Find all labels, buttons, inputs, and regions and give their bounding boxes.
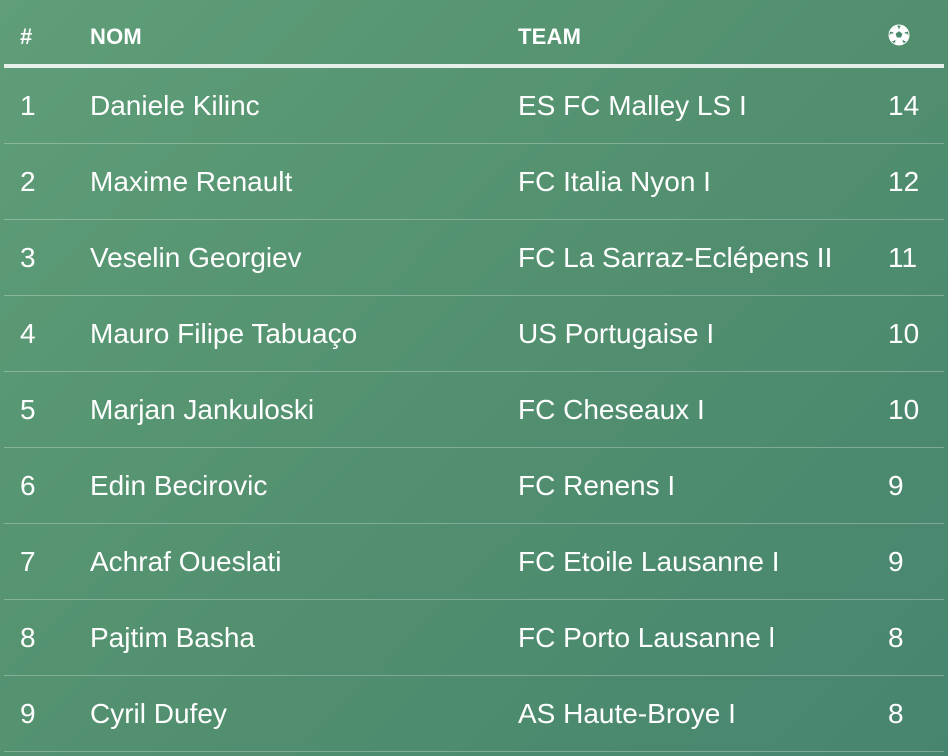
team-name[interactable]: ES FC Malley LS I [518, 90, 747, 122]
row-rank: 7 [20, 546, 36, 577]
row-rank: 9 [20, 698, 36, 729]
row-rank: 8 [20, 622, 36, 653]
player-name[interactable]: Pajtim Basha [90, 622, 255, 654]
team-name[interactable]: US Portugaise I [518, 318, 714, 350]
player-name[interactable]: Daniele Kilinc [90, 90, 260, 122]
goals-count: 8 [888, 622, 904, 653]
team-name[interactable]: FC Etoile Lausanne I [518, 546, 780, 578]
table-row[interactable]: 7 Achraf Oueslati FC Etoile Lausanne I 9 [4, 524, 944, 600]
row-rank: 2 [20, 166, 36, 197]
table-row[interactable]: 2 Maxime Renault FC Italia Nyon I 12 [4, 144, 944, 220]
goals-count: 8 [888, 698, 904, 729]
goals-count: 11 [888, 242, 918, 273]
row-rank: 5 [20, 394, 36, 425]
header-name[interactable]: NOM [90, 24, 142, 50]
scorers-table: # NOM TEAM 1 Daniele Kilinc ES FC Malley… [4, 0, 944, 752]
table-row[interactable]: 4 Mauro Filipe Tabuaço US Portugaise I 1… [4, 296, 944, 372]
player-name[interactable]: Edin Becirovic [90, 470, 267, 502]
team-name[interactable]: AS Haute-Broye I [518, 698, 736, 730]
goals-count: 12 [888, 166, 920, 197]
row-rank: 6 [20, 470, 36, 501]
row-rank: 1 [20, 90, 36, 121]
player-name[interactable]: Maxime Renault [90, 166, 292, 198]
table-row[interactable]: 8 Pajtim Basha FC Porto Lausanne l 8 [4, 600, 944, 676]
team-name[interactable]: FC La Sarraz-Eclépens II [518, 242, 832, 274]
table-body: 1 Daniele Kilinc ES FC Malley LS I 14 2 … [4, 68, 944, 752]
player-name[interactable]: Cyril Dufey [90, 698, 227, 730]
soccer-ball-icon[interactable] [888, 24, 912, 48]
team-name[interactable]: FC Porto Lausanne l [518, 622, 775, 654]
table-header: # NOM TEAM [4, 0, 944, 68]
goals-count: 9 [888, 546, 904, 577]
row-rank: 4 [20, 318, 36, 349]
header-team[interactable]: TEAM [518, 24, 581, 50]
player-name[interactable]: Achraf Oueslati [90, 546, 281, 578]
table-row[interactable]: 3 Veselin Georgiev FC La Sarraz-Eclépens… [4, 220, 944, 296]
player-name[interactable]: Veselin Georgiev [90, 242, 302, 274]
table-row[interactable]: 6 Edin Becirovic FC Renens I 9 [4, 448, 944, 524]
team-name[interactable]: FC Cheseaux I [518, 394, 705, 426]
row-rank: 3 [20, 242, 36, 273]
team-name[interactable]: FC Italia Nyon I [518, 166, 711, 198]
table-row[interactable]: 1 Daniele Kilinc ES FC Malley LS I 14 [4, 68, 944, 144]
table-row[interactable]: 5 Marjan Jankuloski FC Cheseaux I 10 [4, 372, 944, 448]
goals-count: 9 [888, 470, 904, 501]
goals-count: 14 [888, 90, 920, 121]
player-name[interactable]: Mauro Filipe Tabuaço [90, 318, 357, 350]
player-name[interactable]: Marjan Jankuloski [90, 394, 314, 426]
header-rank[interactable]: # [20, 24, 32, 50]
goals-count: 10 [888, 318, 920, 349]
goals-count: 10 [888, 394, 920, 425]
table-row[interactable]: 9 Cyril Dufey AS Haute-Broye I 8 [4, 676, 944, 752]
team-name[interactable]: FC Renens I [518, 470, 675, 502]
